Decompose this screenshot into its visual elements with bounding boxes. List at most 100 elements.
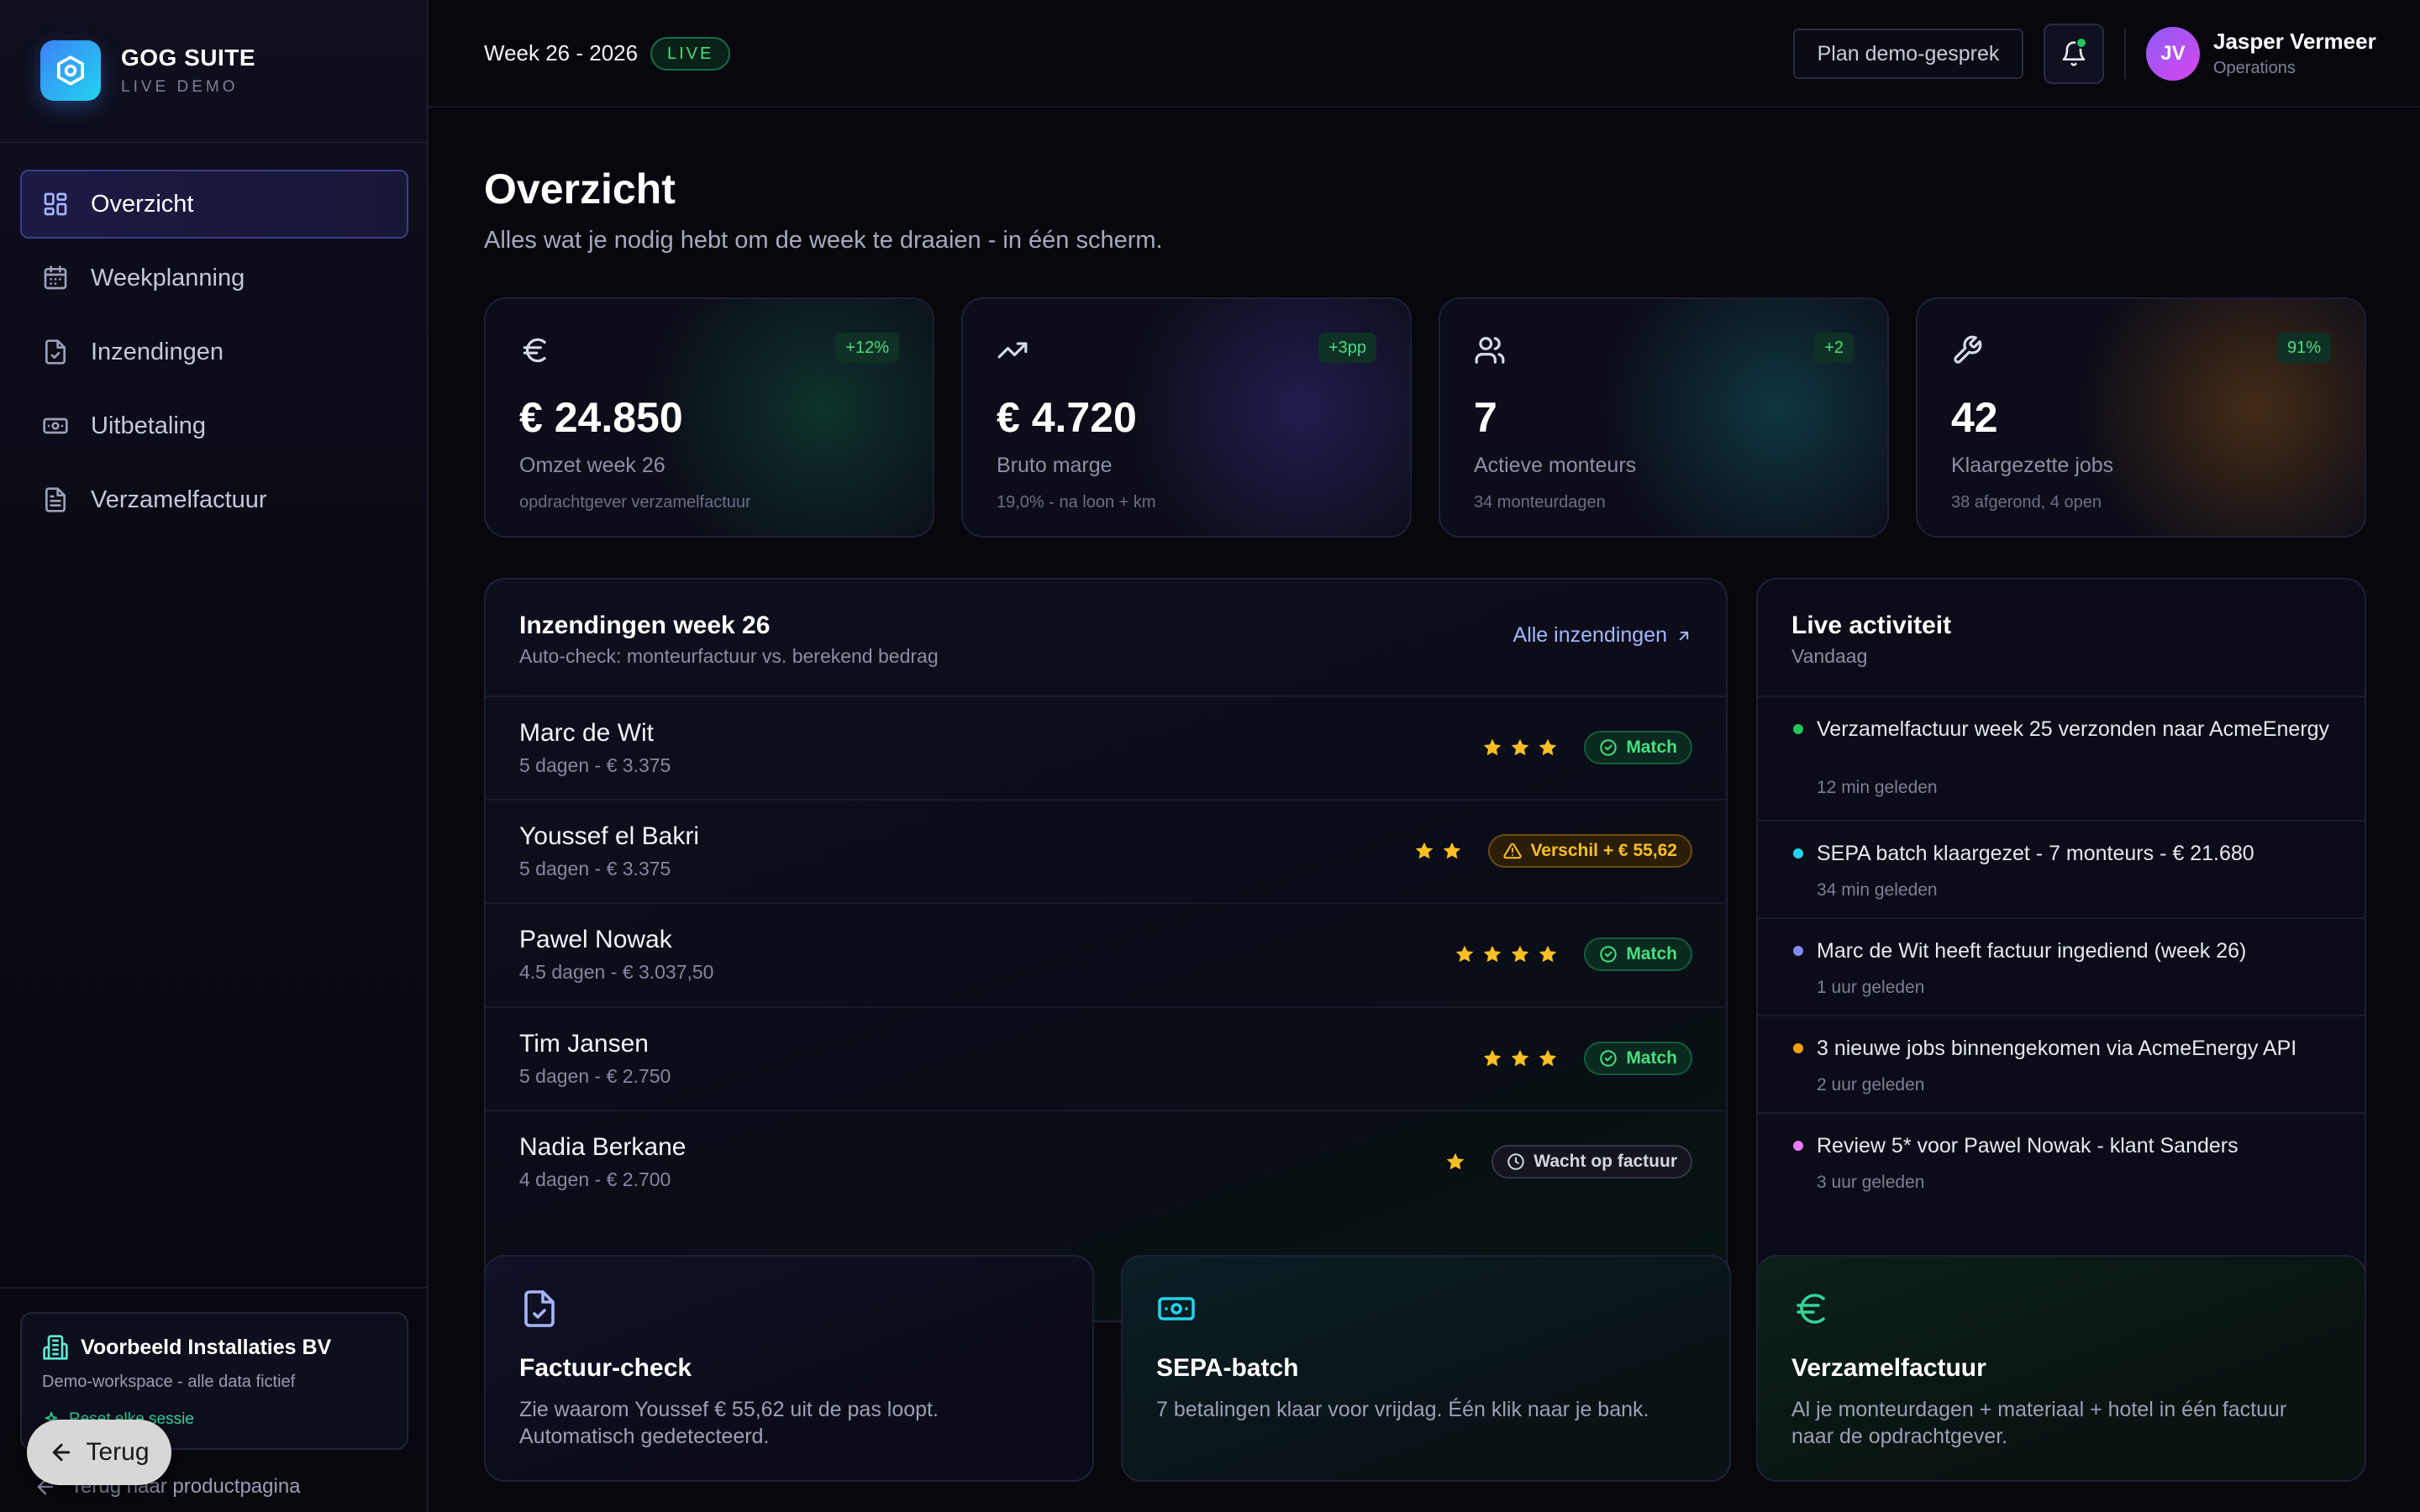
activity-text: Review 5* voor Pawel Nowak - klant Sande… bbox=[1817, 1134, 2238, 1158]
activity-item: SEPA batch klaargezet - 7 monteurs - € 2… bbox=[1758, 822, 2365, 919]
stat-badge: +2 bbox=[1814, 333, 1854, 363]
feature-card-factuur-check[interactable]: Factuur-check Zie waarom Youssef € 55,62… bbox=[484, 1255, 1094, 1482]
submission-name: Tim Jansen bbox=[519, 1029, 649, 1058]
rating-stars bbox=[1407, 840, 1463, 862]
star-icon bbox=[1539, 946, 1557, 963]
brand[interactable]: GOG SUITE LIVE DEMO bbox=[40, 40, 255, 101]
stat-value: 7 bbox=[1474, 394, 1497, 441]
table-row[interactable]: Tim Jansen 5 dagen - € 2.750 Match bbox=[486, 1008, 1726, 1111]
nav-item-verzamelfactuur[interactable]: Verzamelfactuur bbox=[20, 465, 408, 534]
stat-label: Bruto marge bbox=[997, 454, 1113, 477]
status-label: Match bbox=[1626, 1047, 1677, 1068]
nav-item-weekplanning[interactable]: Weekplanning bbox=[20, 244, 408, 312]
check-circle-icon bbox=[1600, 739, 1618, 756]
notifications-button[interactable] bbox=[2044, 24, 2104, 84]
sidebar: GOG SUITE LIVE DEMO Overzicht Weekplanni… bbox=[0, 0, 429, 1512]
stat-label: Actieve monteurs bbox=[1474, 454, 1637, 477]
table-row[interactable]: Marc de Wit 5 dagen - € 3.375 Match bbox=[486, 697, 1726, 801]
calendar-icon bbox=[44, 265, 67, 290]
feature-title: Verzamelfactuur bbox=[1791, 1354, 1986, 1382]
dashboard-icon bbox=[44, 192, 67, 216]
stat-label: Klaargezette jobs bbox=[1951, 454, 2114, 477]
status-badge: Match bbox=[1584, 937, 1692, 972]
feature-description: Zie waarom Youssef € 55,62 uit de pas lo… bbox=[519, 1398, 939, 1448]
star-icon bbox=[1416, 842, 1434, 859]
stat-note: 19,0% - na loon + km bbox=[997, 493, 1156, 512]
all-submissions-link[interactable]: Alle inzendingen bbox=[1513, 623, 1692, 648]
submissions-subtitle: Auto-check: monteurfactuur vs. berekend … bbox=[519, 645, 939, 667]
feature-description: 7 betalingen klaar voor vrijdag. Één kli… bbox=[1156, 1398, 1649, 1421]
check-circle-icon bbox=[1600, 1049, 1618, 1067]
building-icon bbox=[43, 1335, 68, 1360]
status-badge: Wacht op factuur bbox=[1491, 1144, 1692, 1179]
feature-card-verzamelfactuur[interactable]: Verzamelfactuur Al je monteurdagen + mat… bbox=[1756, 1255, 2366, 1482]
submission-name: Youssef el Bakri bbox=[519, 822, 700, 851]
avatar[interactable]: JV bbox=[2146, 27, 2200, 81]
topbar: Week 26 - 2026 LIVE Plan demo-gesprek JV… bbox=[429, 0, 2420, 108]
rating-stars bbox=[1476, 1047, 1559, 1069]
workspace-name: Voorbeeld Installaties BV bbox=[81, 1335, 332, 1359]
status-badge: Match bbox=[1584, 731, 1692, 764]
all-submissions-label: Alle inzendingen bbox=[1512, 623, 1667, 647]
stat-note: opdrachtgever verzamelfactuur bbox=[519, 493, 751, 512]
status-badge: Verschil + € 55,62 bbox=[1488, 834, 1692, 869]
activity-item: 3 nieuwe jobs binnengekomen via AcmeEner… bbox=[1758, 1016, 2365, 1114]
table-row[interactable]: Pawel Nowak 4.5 dagen - € 3.037,50 Match bbox=[486, 904, 1726, 1008]
activity-subtitle: Vandaag bbox=[1791, 645, 1868, 667]
stat-card-monteurs: +2 7 Actieve monteurs 34 monteurdagen bbox=[1439, 297, 1889, 538]
back-button[interactable]: Terug bbox=[27, 1420, 171, 1485]
nav-item-inzendingen[interactable]: Inzendingen bbox=[20, 318, 408, 386]
submissions-header: Inzendingen week 26 Auto-check: monteurf… bbox=[486, 580, 1726, 697]
star-icon bbox=[1539, 1049, 1557, 1066]
table-row[interactable]: Youssef el Bakri 5 dagen - € 3.375 Versc… bbox=[486, 801, 1726, 905]
sidebar-bottom-divider bbox=[0, 1287, 427, 1289]
document-icon bbox=[45, 487, 66, 512]
arrow-left-icon bbox=[53, 1443, 71, 1462]
warning-icon bbox=[1503, 843, 1523, 859]
submission-meta: 5 dagen - € 2.750 bbox=[519, 1064, 671, 1087]
notification-dot bbox=[2075, 37, 2087, 49]
submissions-title: Inzendingen week 26 bbox=[519, 612, 771, 639]
star-icon bbox=[1484, 946, 1502, 963]
status-label: Match bbox=[1626, 738, 1677, 757]
activity-time: 2 uur geleden bbox=[1817, 1075, 1925, 1095]
submission-name: Pawel Nowak bbox=[519, 926, 672, 954]
page-title: Overzicht bbox=[484, 165, 676, 213]
users-icon bbox=[1475, 337, 1505, 364]
activity-text: Verzamelfactuur week 25 verzonden naar A… bbox=[1817, 717, 2330, 741]
stat-card-omzet: +12% € 24.850 Omzet week 26 opdrachtgeve… bbox=[484, 297, 934, 538]
file-check-icon bbox=[524, 1290, 555, 1327]
status-badge: Match bbox=[1584, 1041, 1692, 1075]
nav-label: Weekplanning bbox=[91, 264, 245, 291]
activity-dot bbox=[1793, 848, 1803, 858]
main-content: Overzicht Alles wat je nodig hebt om de … bbox=[429, 109, 2420, 1512]
plan-demo-button[interactable]: Plan demo-gesprek bbox=[1793, 29, 2023, 79]
activity-time: 1 uur geleden bbox=[1817, 978, 1925, 997]
trending-up-icon bbox=[997, 342, 1028, 359]
star-icon bbox=[1512, 738, 1529, 756]
activity-time: 3 uur geleden bbox=[1817, 1173, 1925, 1192]
rating-stars bbox=[1476, 737, 1559, 759]
nav-item-overzicht[interactable]: Overzicht bbox=[20, 170, 408, 239]
activity-dot bbox=[1793, 1141, 1803, 1151]
topbar-separator bbox=[2124, 29, 2126, 79]
main-nav: Overzicht Weekplanning Inzendingen Uitbe… bbox=[20, 170, 408, 539]
user-role: Operations bbox=[2213, 59, 2296, 77]
nav-item-uitbetaling[interactable]: Uitbetaling bbox=[20, 391, 408, 460]
clock-icon bbox=[1507, 1153, 1524, 1170]
arrow-up-right-icon bbox=[1679, 631, 1689, 640]
activity-dot bbox=[1793, 1043, 1803, 1053]
back-button-label: Terug bbox=[86, 1438, 150, 1466]
brand-logo-icon bbox=[40, 40, 101, 101]
table-row[interactable]: Nadia Berkane 4 dagen - € 2.700 Wacht op… bbox=[486, 1111, 1726, 1215]
activity-item: Review 5* voor Pawel Nowak - klant Sande… bbox=[1758, 1114, 2365, 1211]
user-name[interactable]: Jasper Vermeer bbox=[2213, 29, 2376, 55]
activity-title: Live activiteit bbox=[1791, 612, 1952, 639]
brand-subtitle: LIVE DEMO bbox=[121, 78, 239, 96]
submission-meta: 4.5 dagen - € 3.037,50 bbox=[519, 961, 714, 984]
activity-time: 12 min geleden bbox=[1817, 778, 1938, 797]
feature-card-sepa-batch[interactable]: SEPA-batch 7 betalingen klaar voor vrijd… bbox=[1121, 1255, 1731, 1482]
star-icon bbox=[1512, 946, 1529, 963]
star-icon bbox=[1446, 1152, 1465, 1169]
submissions-panel: Inzendingen week 26 Auto-check: monteurf… bbox=[484, 578, 1728, 1322]
